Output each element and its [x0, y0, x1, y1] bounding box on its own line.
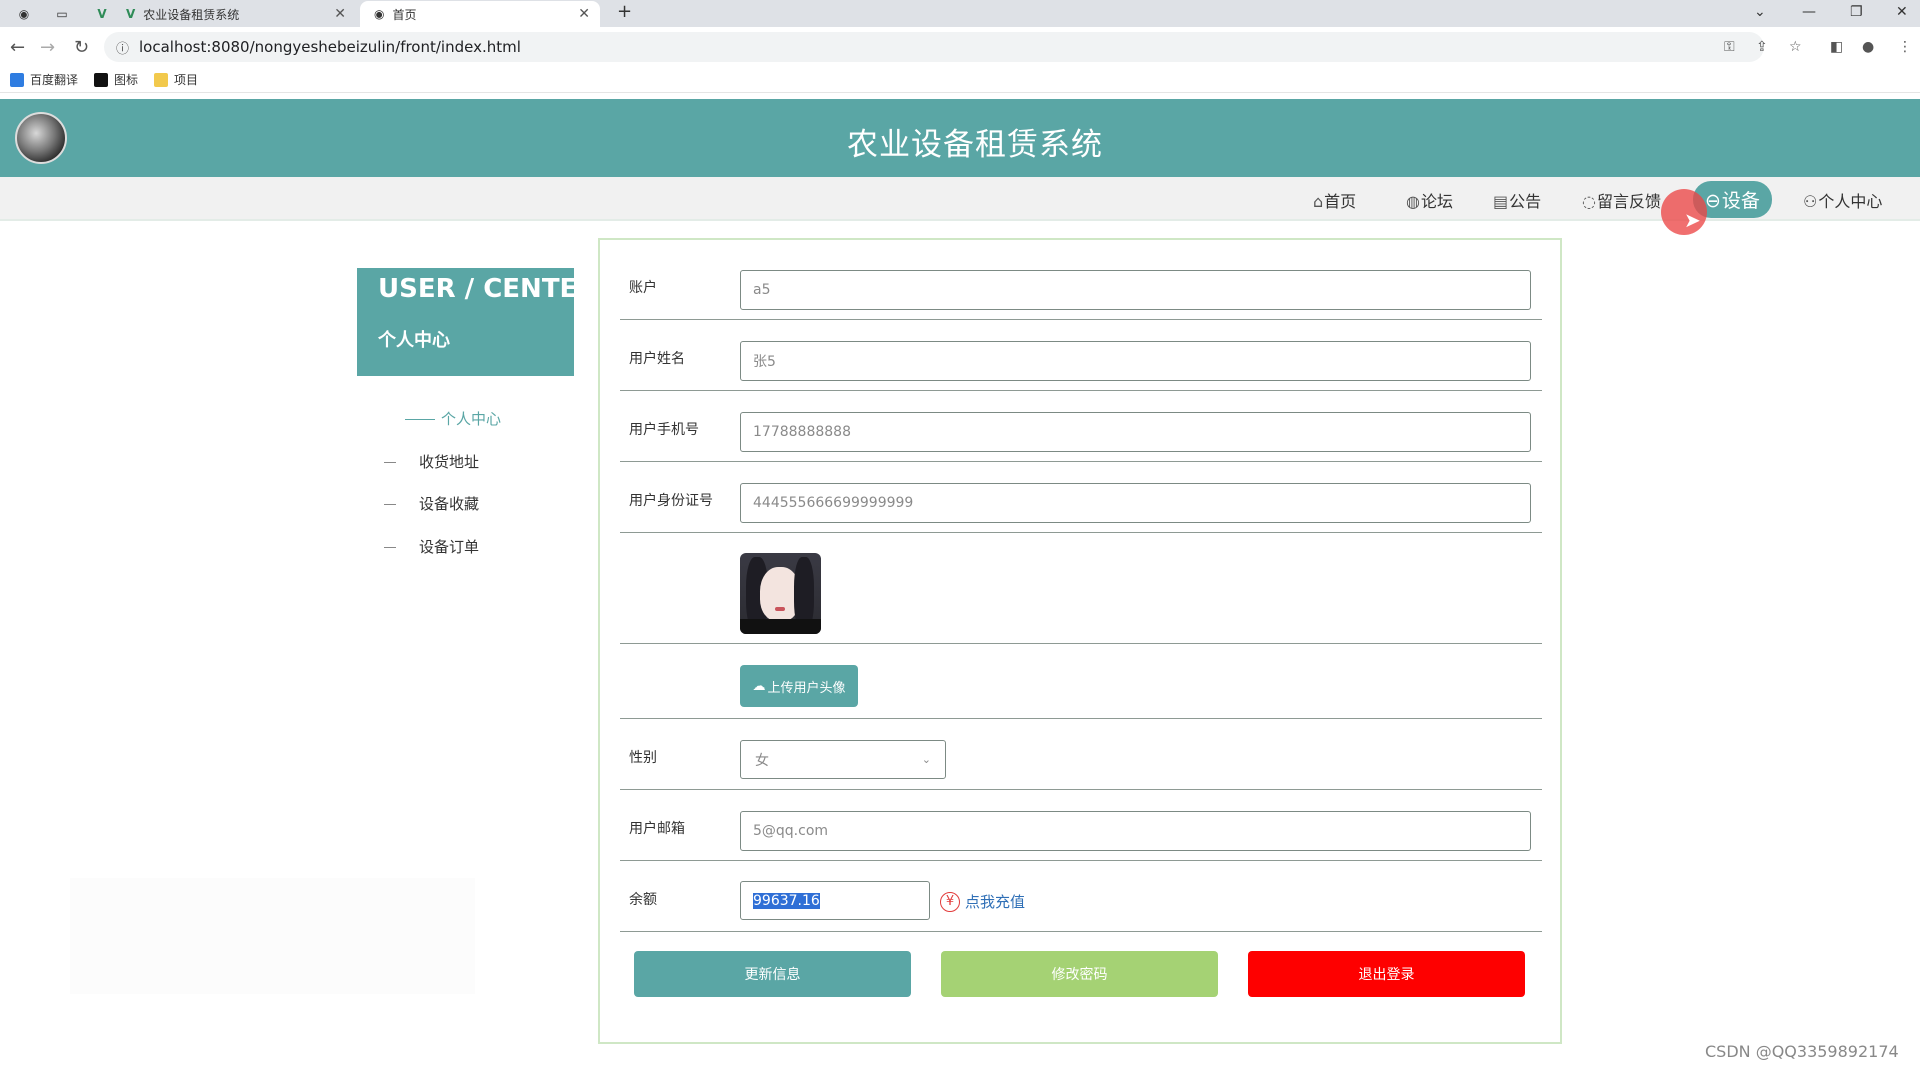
equipment-icon: ⊖: [1705, 190, 1721, 212]
site-nav: ⌂首页 ◍论坛 ▤公告 ◌留言反馈 ⊖设备 ⚇个人中心: [0, 177, 1920, 221]
cloud-upload-icon: ☁: [752, 678, 766, 694]
nav-forum[interactable]: ◍论坛: [1406, 188, 1453, 212]
chevron-down-icon: ⌄: [921, 753, 931, 766]
account-label: 账户: [629, 280, 657, 296]
nav-notice[interactable]: ▤公告: [1493, 188, 1541, 212]
close-tab-icon[interactable]: ✕: [334, 6, 346, 22]
cursor-icon: ➤: [1684, 208, 1701, 232]
browser-tab-bar: ◉ ▭ V V 农业设备租赁系统 ✕ ◉ 首页 ✕ + ⌄ — ❐ ✕: [0, 0, 1920, 27]
vue-icon: V: [126, 7, 136, 21]
site-title: 农业设备租赁系统: [847, 127, 1103, 163]
menu-icon[interactable]: ⋮: [1898, 39, 1912, 55]
calendar-icon: ▤: [1493, 192, 1509, 211]
yen-icon: ¥: [940, 891, 960, 912]
address-bar-row: ← → ↻ ⓘ localhost:8080/nongyeshebeizulin…: [0, 27, 1920, 67]
sidebar-item-address[interactable]: 收货地址: [384, 451, 479, 472]
avatar: [740, 553, 821, 634]
comment-icon: ◌: [1582, 192, 1596, 211]
idcard-field[interactable]: 444555666699999999: [740, 483, 1531, 523]
gender-label: 性别: [629, 750, 657, 766]
profile-icon[interactable]: ●: [1862, 39, 1874, 55]
user-center-panel: USER / CENTER 个人中心: [357, 268, 597, 376]
translate-icon: [10, 72, 24, 87]
bookmark-project[interactable]: 项目: [154, 71, 198, 88]
folder-icon: [154, 72, 169, 87]
tab-app[interactable]: V 农业设备租赁系统 ✕: [126, 1, 356, 27]
recharge-link[interactable]: ¥ 点我充值: [940, 891, 1025, 912]
back-icon[interactable]: ←: [10, 37, 25, 58]
tab-search-icon[interactable]: ⌄: [1754, 4, 1766, 20]
bookmark-icons[interactable]: 图标: [94, 71, 138, 88]
minimize-button[interactable]: —: [1802, 4, 1816, 20]
sidebar-item-favorites[interactable]: 设备收藏: [384, 493, 479, 514]
watermark: CSDN @QQ3359892174: [1705, 1042, 1899, 1061]
bookmarks-bar: 百度翻译 图标 项目: [0, 67, 1920, 93]
update-info-button[interactable]: 更新信息: [634, 951, 911, 997]
faint-panel: [70, 878, 475, 994]
email-label: 用户邮箱: [629, 821, 685, 837]
user-icon: ⚇: [1803, 192, 1818, 211]
forward-icon[interactable]: →: [40, 37, 55, 58]
side-panel-icon[interactable]: ◧: [1830, 39, 1843, 55]
logout-button[interactable]: 退出登录: [1248, 951, 1525, 997]
panel-title-en: USER / CENTER: [378, 274, 598, 304]
close-tab-icon[interactable]: ✕: [578, 6, 590, 22]
reload-icon[interactable]: ↻: [74, 37, 89, 58]
idcard-label: 用户身份证号: [629, 493, 713, 509]
bookmark-translate[interactable]: 百度翻译: [10, 71, 78, 88]
name-label: 用户姓名: [629, 351, 685, 367]
pinned-tab-blank-icon[interactable]: ▭: [48, 1, 76, 27]
balance-field[interactable]: 99637.16: [740, 881, 930, 920]
new-tab-button[interactable]: +: [617, 1, 632, 22]
sidebar-item-user-center[interactable]: 个人中心: [405, 408, 501, 429]
star-icon[interactable]: ☆: [1789, 39, 1802, 55]
pinned-tab-globe-icon[interactable]: ◉: [10, 1, 38, 27]
pinned-tab-vue-icon[interactable]: V: [88, 1, 116, 27]
account-field[interactable]: a5: [740, 270, 1531, 310]
url-field[interactable]: ⓘ localhost:8080/nongyeshebeizulin/front…: [104, 32, 1764, 62]
name-field[interactable]: 张5: [740, 341, 1531, 381]
tab-home[interactable]: ◉ 首页 ✕: [360, 1, 600, 27]
home-icon: ⌂: [1313, 192, 1324, 211]
nav-user-center[interactable]: ⚇个人中心: [1803, 188, 1882, 212]
panel-title-cn: 个人中心: [378, 330, 450, 351]
nav-feedback[interactable]: ◌留言反馈: [1582, 188, 1661, 212]
restore-button[interactable]: ❐: [1850, 4, 1863, 20]
key-icon[interactable]: ⚿: [1724, 39, 1735, 55]
share-icon[interactable]: ⇪: [1756, 39, 1768, 55]
close-window-button[interactable]: ✕: [1896, 4, 1908, 20]
nav-home[interactable]: ⌂首页: [1313, 188, 1356, 212]
phone-label: 用户手机号: [629, 422, 699, 438]
gender-select[interactable]: 女 ⌄: [740, 740, 946, 779]
site-header: 农业设备租赁系统: [0, 99, 1920, 177]
globe-icon: ◍: [1406, 192, 1420, 211]
image-icon: [94, 72, 109, 87]
phone-field[interactable]: 17788888888: [740, 412, 1531, 452]
site-info-icon[interactable]: ⓘ: [116, 38, 129, 57]
sidebar-item-orders[interactable]: 设备订单: [384, 536, 479, 557]
email-field[interactable]: 5@qq.com: [740, 811, 1531, 851]
balance-label: 余额: [629, 892, 657, 908]
upload-avatar-button[interactable]: ☁ 上传用户头像: [740, 665, 858, 707]
globe-icon: ◉: [374, 7, 385, 21]
change-password-button[interactable]: 修改密码: [941, 951, 1218, 997]
